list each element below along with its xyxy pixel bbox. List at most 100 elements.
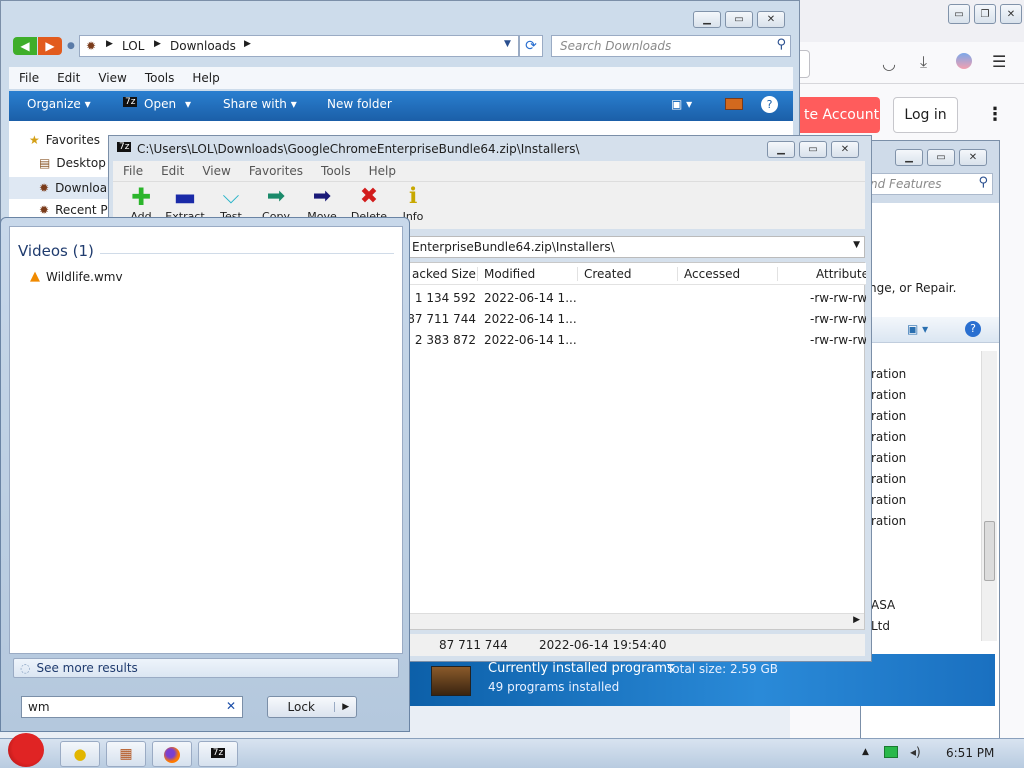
extract-icon: ▬ xyxy=(173,183,197,211)
start-search-input[interactable]: wm ✕ xyxy=(21,696,243,718)
breadcrumb-downloads[interactable]: Downloads xyxy=(170,39,236,53)
angry-bird-icon xyxy=(8,733,44,767)
nav-desktop[interactable]: ▤ Desktop xyxy=(39,156,106,170)
open-dropdown-icon[interactable]: ▾ xyxy=(185,97,191,111)
lock-button[interactable]: Lock ▶ xyxy=(267,696,357,718)
search-icon[interactable]: ⚲ xyxy=(776,37,786,52)
menu-help[interactable]: Help xyxy=(369,164,396,178)
volume-icon[interactable]: ◂) xyxy=(910,745,921,759)
programs-minimize-button[interactable]: ▁ xyxy=(895,149,923,166)
breadcrumb-lol[interactable]: LOL xyxy=(122,39,144,53)
sevenzip-title-icon: 7z xyxy=(117,142,132,152)
column-modified[interactable]: Modified xyxy=(484,267,578,281)
publisher-cell[interactable]: Ltd xyxy=(871,619,890,633)
more-options-icon[interactable]: ⋮ xyxy=(986,104,1004,125)
search-icon[interactable]: ⚲ xyxy=(978,175,988,190)
menu-edit[interactable]: Edit xyxy=(57,71,80,85)
result-wildlife-label: Wildlife.wmv xyxy=(46,269,123,284)
publisher-cell[interactable]: ration xyxy=(871,388,906,402)
browser-minimize-button[interactable]: ▭ xyxy=(948,4,970,24)
scroll-right-icon[interactable]: ▶ xyxy=(853,615,860,625)
lock-options-chevron-icon[interactable]: ▶ xyxy=(334,702,356,712)
publisher-cell[interactable]: ASA xyxy=(871,598,895,612)
recent-pages-icon[interactable]: ● xyxy=(67,41,75,51)
explorer-close-button[interactable]: ✕ xyxy=(757,11,785,28)
address-dropdown-icon[interactable]: ▼ xyxy=(853,240,860,250)
clear-search-icon[interactable]: ✕ xyxy=(226,699,236,713)
sevenzip-maximize-button[interactable]: ▭ xyxy=(799,141,827,158)
menu-file[interactable]: File xyxy=(123,164,143,178)
share-with-button[interactable]: Share with ▾ xyxy=(223,97,297,111)
browser-restore-button[interactable]: ❐ xyxy=(974,4,996,24)
publisher-cell[interactable]: ration xyxy=(871,430,906,444)
explorer-minimize-button[interactable]: ▁ xyxy=(693,11,721,28)
address-dropdown-icon[interactable]: ▼ xyxy=(504,39,511,49)
sevenzip-minimize-button[interactable]: ▁ xyxy=(767,141,795,158)
pocket-icon[interactable]: ◡ xyxy=(882,54,896,73)
menu-edit[interactable]: Edit xyxy=(161,164,184,178)
column-created[interactable]: Created xyxy=(584,267,678,281)
publisher-cell[interactable]: ration xyxy=(871,493,906,507)
programs-close-button[interactable]: ✕ xyxy=(959,149,987,166)
clock[interactable]: 6:51 PM xyxy=(946,746,994,760)
menu-tools[interactable]: Tools xyxy=(145,71,175,85)
programs-vertical-scrollbar[interactable] xyxy=(981,351,997,641)
programs-restore-button[interactable]: ▭ xyxy=(927,149,955,166)
menu-tools[interactable]: Tools xyxy=(321,164,351,178)
refresh-button[interactable]: ⟳ xyxy=(519,35,543,57)
new-folder-button[interactable]: New folder xyxy=(327,97,392,111)
publisher-cell[interactable]: ration xyxy=(871,451,906,465)
footer-count: 49 programs installed xyxy=(488,680,620,694)
taskbar-app2[interactable]: ▦ xyxy=(106,741,146,767)
menu-view[interactable]: View xyxy=(98,71,126,85)
see-more-results-link[interactable]: ◌ See more results xyxy=(13,658,399,678)
cell-packed-size: 2 383 872 xyxy=(414,333,476,347)
login-button[interactable]: Log in xyxy=(893,97,958,133)
menu-view[interactable]: View xyxy=(202,164,230,178)
publisher-cell[interactable]: ration xyxy=(871,472,906,486)
scrollbar-thumb[interactable] xyxy=(984,521,995,581)
network-icon[interactable] xyxy=(884,746,898,758)
back-button[interactable]: ◀ xyxy=(13,37,37,55)
nav-favorites[interactable]: ★ Favorites xyxy=(29,133,100,147)
create-account-button[interactable]: te Account xyxy=(790,97,880,133)
programs-search-input[interactable]: nd Features ⚲ xyxy=(863,173,993,195)
account-icon[interactable] xyxy=(956,53,972,69)
taskbar-explorer[interactable]: ● xyxy=(60,741,100,767)
publisher-cell[interactable]: ration xyxy=(871,367,906,381)
explorer-search-input[interactable]: Search Downloads ⚲ xyxy=(551,35,791,57)
start-button[interactable] xyxy=(4,729,48,768)
help-icon[interactable]: ? xyxy=(965,321,981,337)
preview-pane-icon[interactable] xyxy=(725,98,743,110)
address-bar[interactable]: ✹ ▶ LOL ▶ Downloads ▶ ▼ xyxy=(79,35,519,57)
forward-button[interactable]: ▶ xyxy=(38,37,62,55)
nav-downloads-label: Downloa xyxy=(55,181,108,195)
status-date: 2022-06-14 19:54:40 xyxy=(539,638,667,652)
sevenzip-close-button[interactable]: ✕ xyxy=(831,141,859,158)
cell-attributes: -rw-rw-rw xyxy=(810,312,866,326)
nav-downloads[interactable]: ✹ Downloa xyxy=(9,177,109,199)
browser-close-button[interactable]: ✕ xyxy=(1000,4,1022,24)
publisher-cell[interactable]: ration xyxy=(871,514,906,528)
menu-help[interactable]: Help xyxy=(192,71,219,85)
show-hidden-icons-icon[interactable]: ▲ xyxy=(862,747,869,757)
hamburger-menu-icon[interactable]: ☰ xyxy=(992,52,1006,71)
download-icon[interactable]: ⤓ xyxy=(920,52,927,72)
taskbar-sevenzip[interactable]: 7z xyxy=(198,741,238,767)
view-options-icon[interactable]: ▣ ▾ xyxy=(907,322,928,336)
column-accessed[interactable]: Accessed xyxy=(684,267,778,281)
organize-button[interactable]: Organize ▾ xyxy=(27,97,91,111)
publisher-cell[interactable]: ration xyxy=(871,409,906,423)
help-icon[interactable]: ? xyxy=(761,96,778,113)
result-wildlife[interactable]: ▲ Wildlife.wmv xyxy=(30,269,123,284)
column-attributes[interactable]: Attribute xyxy=(816,267,866,281)
column-packed-size[interactable]: acked Size xyxy=(412,267,478,281)
view-options-icon[interactable]: ▣ ▾ xyxy=(671,97,692,111)
explorer-maximize-button[interactable]: ▭ xyxy=(725,11,753,28)
open-button[interactable]: Open xyxy=(144,97,176,111)
taskbar-firefox[interactable] xyxy=(152,741,192,767)
nav-recent-places[interactable]: ✹ Recent Pl xyxy=(39,203,111,217)
menu-file[interactable]: File xyxy=(19,71,39,85)
sevenzip-address-text: EnterpriseBundle64.zip\Installers\ xyxy=(412,240,615,254)
menu-favorites[interactable]: Favorites xyxy=(249,164,303,178)
